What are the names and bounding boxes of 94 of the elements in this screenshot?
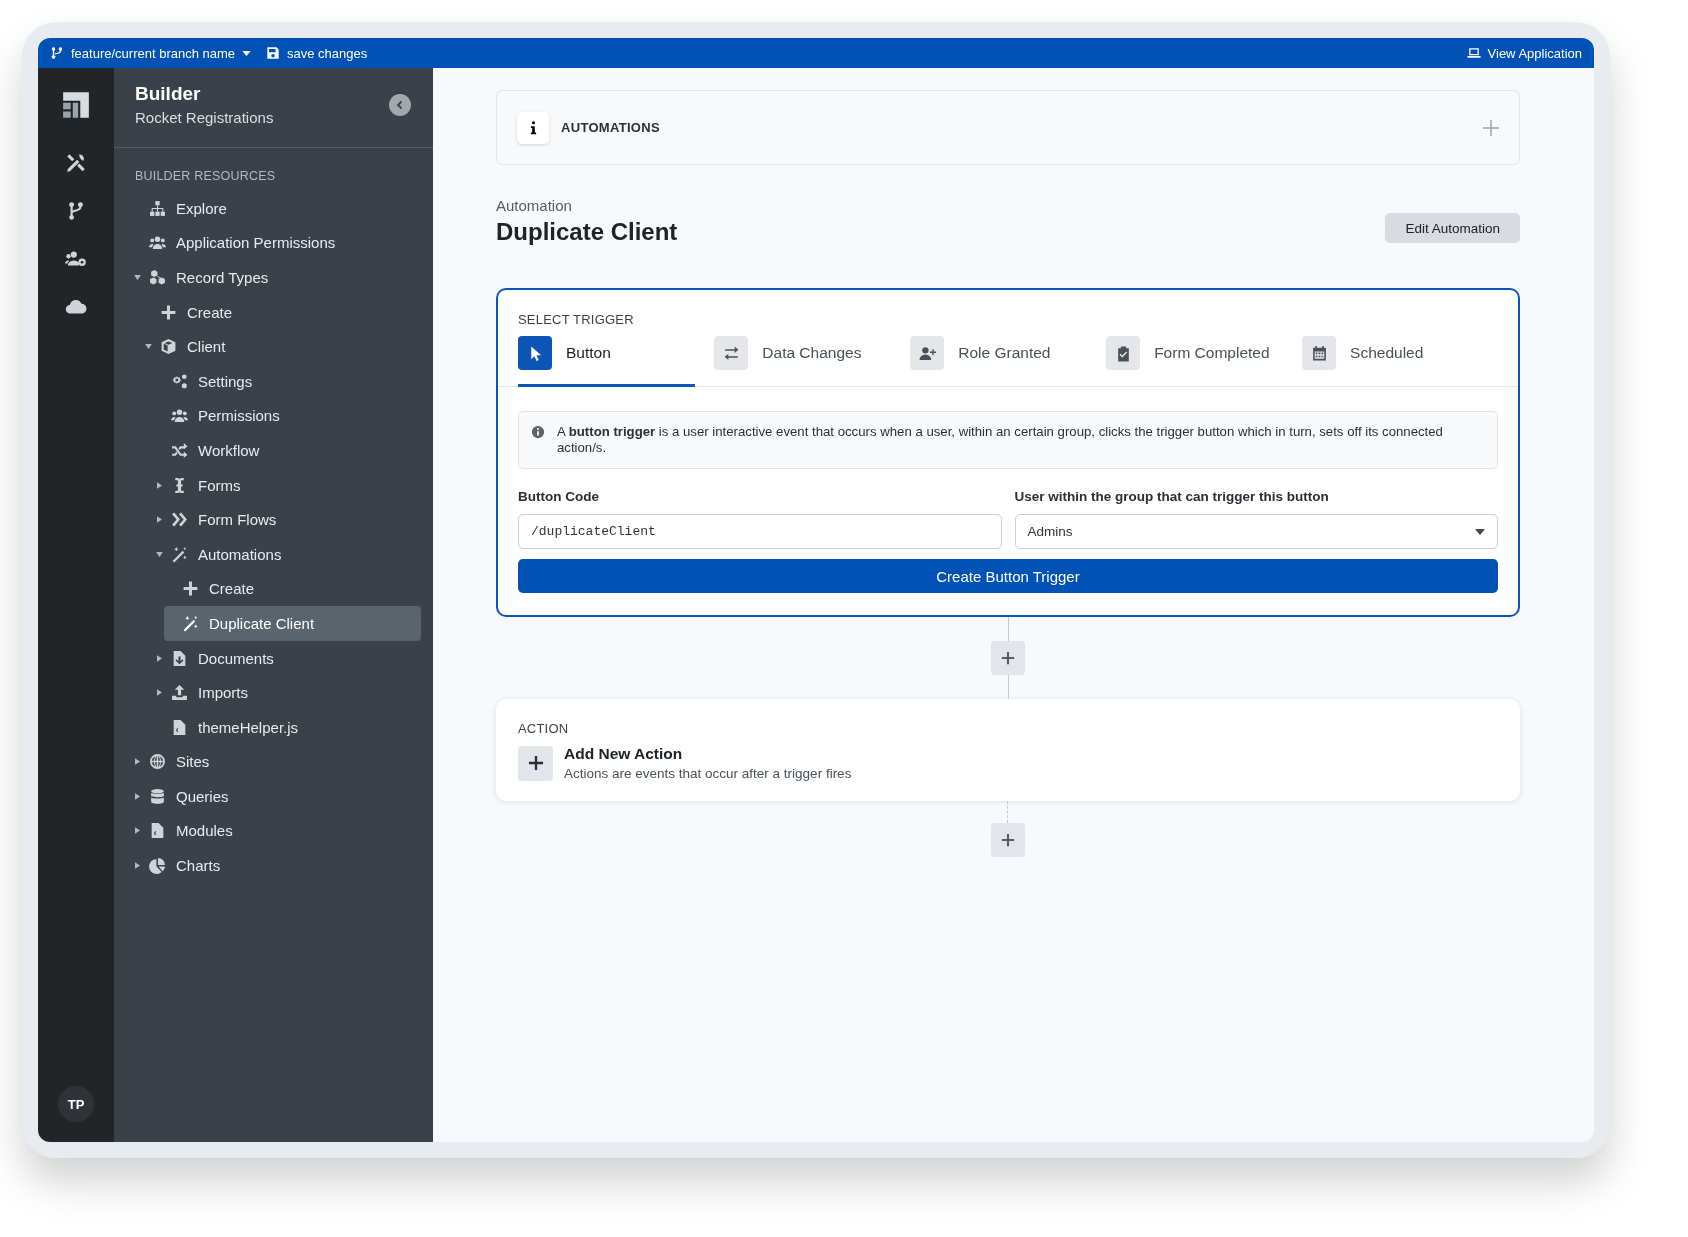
swap-arrows-icon <box>714 336 749 370</box>
sidebar-item[interactable]: Create <box>164 571 421 607</box>
trigger-tab[interactable]: Form Completed <box>1106 336 1303 387</box>
cube-icon <box>159 338 177 356</box>
group-select[interactable]: Admins <box>1014 514 1498 549</box>
section-heading: ACTION <box>518 721 570 736</box>
caret-icon <box>134 792 140 800</box>
caret-icon <box>156 481 162 489</box>
sidebar-item[interactable]: Permissions <box>153 398 421 434</box>
trigger-tab[interactable]: Scheduled <box>1302 336 1498 387</box>
view-application-link[interactable]: View Application <box>1487 45 1582 61</box>
create-trigger-button[interactable]: Create Button Trigger <box>518 559 1498 593</box>
magic-wand-icon <box>181 614 199 632</box>
sidebar-item[interactable]: Workflow <box>153 433 421 468</box>
pointer-icon <box>518 336 552 370</box>
field-label: User within the group that can trigger this button <box>1014 489 1330 504</box>
caret-icon <box>1475 528 1485 535</box>
laptop-icon <box>1466 46 1481 60</box>
sidebar-item[interactable]: Create <box>142 294 421 330</box>
sidebar-item[interactable]: Settings <box>153 363 421 399</box>
sidebar-item[interactable]: Charts <box>131 848 421 883</box>
caret-icon <box>134 758 140 766</box>
save-changes-button[interactable]: save changes <box>287 45 368 61</box>
pie-chart-icon <box>148 857 166 875</box>
sidebar-item[interactable]: Automations <box>153 536 421 572</box>
caret-icon <box>133 275 141 280</box>
page-eyebrow: Automation <box>496 197 573 214</box>
sidebar-item[interactable]: Documents <box>153 640 421 676</box>
sidebar-item[interactable]: themeHelper.js <box>153 709 421 745</box>
caret-icon <box>156 516 162 524</box>
edit-automation-button[interactable]: Edit Automation <box>1385 213 1520 243</box>
user-plus-icon <box>910 336 945 370</box>
branch-selector[interactable]: feature/current branch name <box>71 45 236 61</box>
caret-icon <box>156 654 162 662</box>
user-avatar[interactable]: TP <box>58 1086 94 1122</box>
caret-icon <box>242 50 252 56</box>
info-text: A button trigger is a user interactive event that occurs when a user, within an certain group, clicks the trigger button which in turn, sets off its connected action/s. <box>557 424 1444 456</box>
trigger-tab[interactable]: Button <box>518 336 696 387</box>
plus-icon <box>527 755 544 771</box>
caret-icon <box>134 862 140 870</box>
add-step-button[interactable] <box>991 641 1025 675</box>
sitemap-icon <box>148 199 166 217</box>
logo-icon <box>61 90 91 120</box>
sidebar-item[interactable]: Queries <box>131 779 421 814</box>
sidebar-item[interactable]: Explore <box>131 191 421 226</box>
action-description: Actions are events that occur after a trigger fires <box>564 766 852 781</box>
sidebar-item[interactable]: Client <box>142 329 421 364</box>
caret-icon <box>155 551 163 557</box>
builder-title: Builder <box>135 83 202 105</box>
caret-icon <box>134 827 140 835</box>
trigger-tab[interactable]: Role Granted <box>910 336 1107 387</box>
users-icon <box>148 234 166 252</box>
magic-wand-icon <box>170 545 188 563</box>
button-code-field[interactable]: /duplicateClient <box>518 514 1002 549</box>
caret-icon <box>156 689 162 697</box>
users-icon <box>170 407 188 425</box>
upload-icon <box>170 684 188 702</box>
section-title: AUTOMATIONS <box>561 120 660 135</box>
section-heading: SELECT TRIGGER <box>518 312 635 327</box>
caret-icon <box>144 344 152 350</box>
project-name: Rocket Registrations <box>135 109 274 126</box>
plus-icon <box>1001 833 1015 847</box>
sidebar-item[interactable]: Form Flows <box>153 502 421 537</box>
calendar-icon <box>1302 336 1337 370</box>
clipboard-check-icon <box>1106 336 1141 370</box>
info-icon <box>517 111 549 144</box>
plus-icon <box>1001 651 1015 665</box>
add-action-button[interactable] <box>518 745 553 781</box>
add-step-button[interactable] <box>991 823 1025 857</box>
collapse-sidebar-button[interactable] <box>389 93 411 116</box>
plus-icon <box>159 303 177 321</box>
info-icon <box>531 425 545 439</box>
cubes-icon <box>148 269 166 286</box>
chevron-left-icon <box>395 99 405 110</box>
gears-icon <box>170 372 188 390</box>
sidebar-item[interactable]: Record Types <box>131 260 421 295</box>
action-title: Add New Action <box>564 745 684 763</box>
database-icon <box>148 787 166 805</box>
page-title: Duplicate Client <box>496 218 678 246</box>
sidebar-item[interactable]: Application Permissions <box>131 225 421 261</box>
trigger-tab[interactable]: Data Changes <box>714 336 911 387</box>
branch-icon <box>50 46 64 60</box>
sidebar-item[interactable]: Sites <box>131 744 421 780</box>
shuffle-icon <box>170 441 188 459</box>
sidebar-item[interactable]: Imports <box>153 675 421 710</box>
plus-icon <box>181 580 199 598</box>
field-label: Button Code <box>518 489 600 504</box>
section-heading: BUILDER RESOURCES <box>134 168 277 183</box>
sidebar-item[interactable]: Modules <box>131 813 421 849</box>
chevrons-icon <box>170 511 188 529</box>
tools-icon[interactable] <box>65 152 87 174</box>
sidebar-item[interactable]: Forms <box>153 467 421 503</box>
globe-icon <box>148 753 166 771</box>
sidebar-item[interactable]: Duplicate Client <box>164 606 421 641</box>
